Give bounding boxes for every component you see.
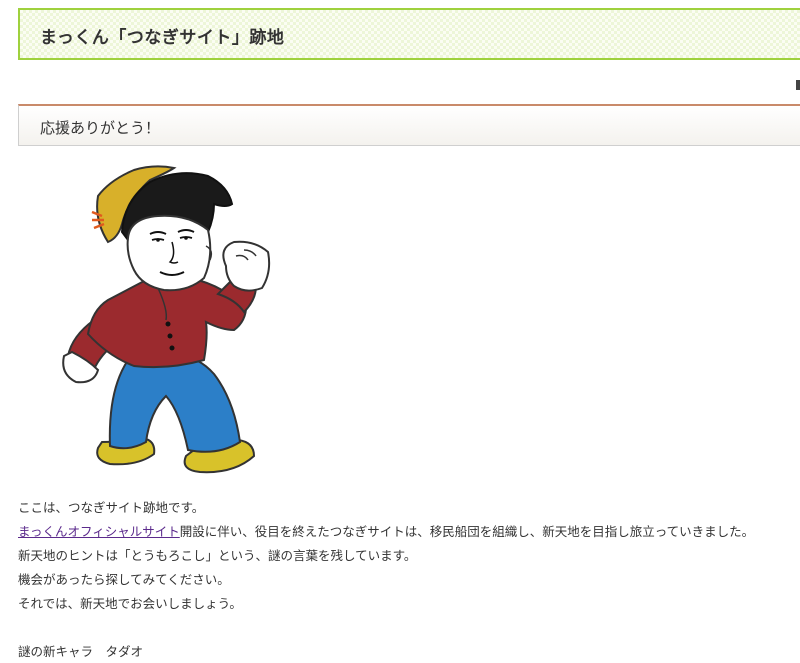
mascot-pants <box>108 354 242 453</box>
official-site-link[interactable]: まっくんオフィシャルサイト <box>18 524 180 539</box>
site-header: まっくん「つなぎサイト」跡地 <box>18 8 800 60</box>
section-heading: 応援ありがとう！ <box>18 104 800 146</box>
mascot-button-1 <box>165 321 171 327</box>
section-title: 応援ありがとう！ <box>40 119 161 137</box>
page: まっくん「つなぎサイト」跡地 応援ありがとう！ ここは、つなぎサイト跡地です。 … <box>0 0 800 663</box>
text-line-2: まっくんオフィシャルサイト開設に伴い、役目を終えたつなぎサイトは、移民船団を組織… <box>18 520 788 544</box>
mascot-character-icon <box>62 165 271 474</box>
mascot-face <box>126 214 212 292</box>
text-line-4: 機会があったら探してみてください。 <box>18 572 230 587</box>
text-line-3: 新天地のヒントは「とうもろこし」という、謎の言葉を残しています。 <box>18 548 417 563</box>
mascot-button-3 <box>169 345 175 351</box>
text-line-1: ここは、つなぎサイト跡地です。 <box>18 500 205 515</box>
signature: 謎の新キャラ タダオ <box>18 644 144 659</box>
text-line-2-rest: 開設に伴い、役目を終えたつなぎサイトは、移民船団を組織し、新天地を目指し旅立って… <box>179 524 755 539</box>
mascot-button-2 <box>167 333 173 339</box>
site-title: まっくん「つなぎサイト」跡地 <box>40 28 285 48</box>
body-text: ここは、つなぎサイト跡地です。 まっくんオフィシャルサイト開設に伴い、役目を終え… <box>18 496 788 663</box>
edge-scroll-mark <box>796 80 800 90</box>
text-line-5: それでは、新天地でお会いしましょう。 <box>18 596 242 611</box>
